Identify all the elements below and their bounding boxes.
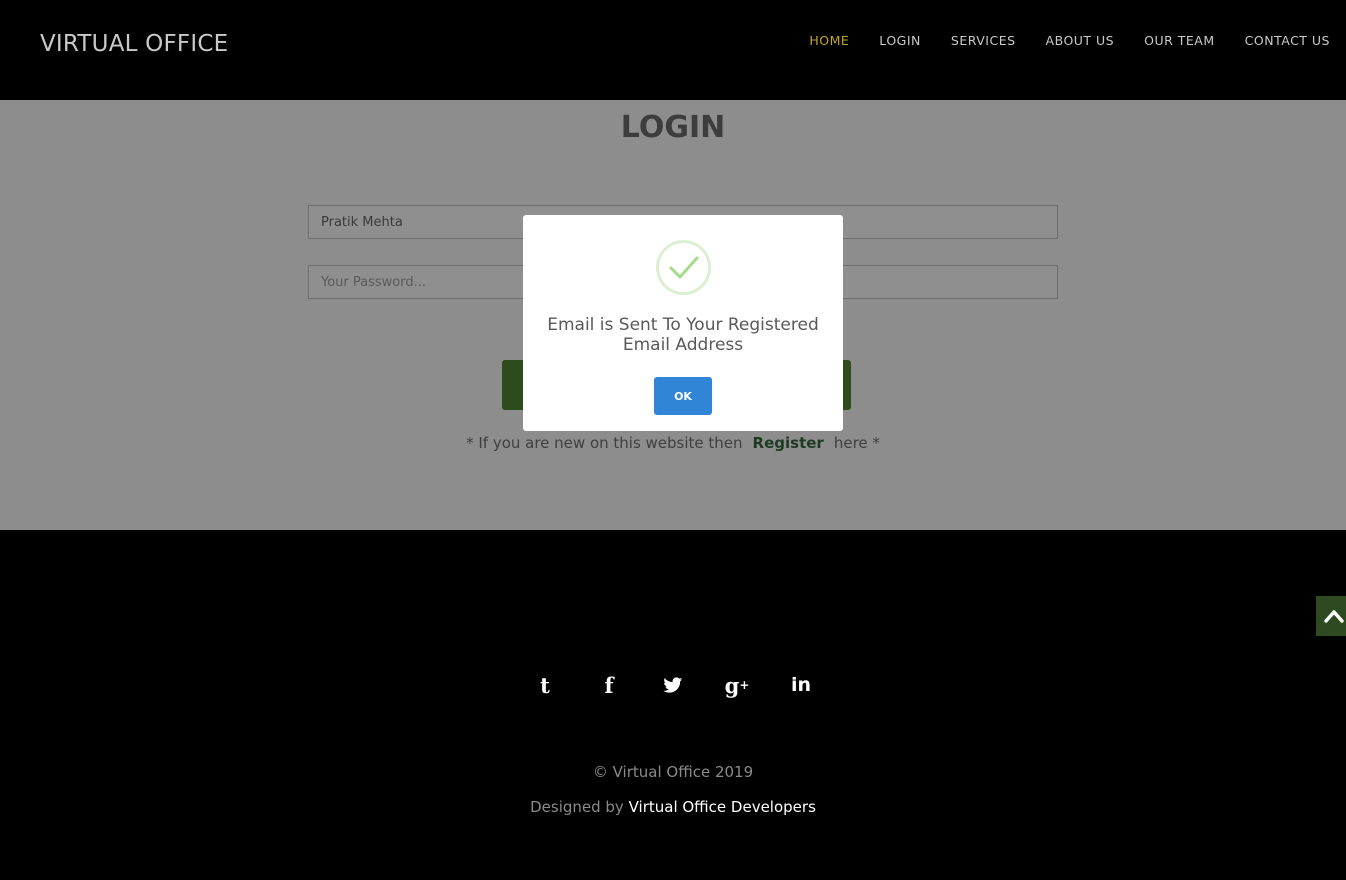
scroll-to-top-button[interactable]: [1316, 596, 1346, 636]
linkedin-icon[interactable]: in: [789, 670, 813, 700]
register-suffix: here *: [833, 434, 880, 452]
designed-by: Designed by Virtual Office Developers: [0, 798, 1346, 816]
designed-prefix: Designed by: [530, 798, 624, 816]
register-prefix: * If you are new on this website then: [466, 434, 743, 452]
copyright: © Virtual Office 2019: [592, 763, 754, 781]
nav-our-team[interactable]: OUR TEAM: [1144, 33, 1215, 48]
register-prompt: * If you are new on this website then Reg…: [0, 434, 1346, 452]
register-link[interactable]: Register: [753, 434, 824, 452]
nav-login[interactable]: LOGIN: [879, 33, 921, 48]
facebook-icon[interactable]: f: [597, 670, 621, 700]
nav-services[interactable]: SERVICES: [951, 33, 1016, 48]
success-dialog: Email is Sent To Your Registered Email A…: [523, 215, 843, 431]
check-icon: [656, 240, 711, 295]
site-header: VIRTUAL OFFICE HOME LOGIN SERVICES ABOUT…: [0, 0, 1346, 100]
ok-button[interactable]: OK: [654, 377, 712, 415]
twitter-icon[interactable]: [661, 670, 685, 700]
nav-contact-us[interactable]: CONTACT US: [1245, 33, 1330, 48]
dialog-message: Email is Sent To Your Registered Email A…: [547, 315, 819, 355]
page-title: LOGIN: [620, 110, 726, 145]
tumblr-icon[interactable]: t: [533, 670, 557, 700]
site-logo[interactable]: VIRTUAL OFFICE: [40, 31, 228, 57]
main-nav: HOME LOGIN SERVICES ABOUT US OUR TEAM CO…: [779, 33, 1330, 48]
google-plus-icon[interactable]: g +: [725, 670, 750, 700]
social-links: t f g + in: [0, 670, 1346, 700]
nav-about-us[interactable]: ABOUT US: [1046, 33, 1115, 48]
nav-home[interactable]: HOME: [809, 33, 849, 48]
developers-link[interactable]: Virtual Office Developers: [629, 798, 816, 816]
chevron-up-icon: [1324, 610, 1344, 623]
